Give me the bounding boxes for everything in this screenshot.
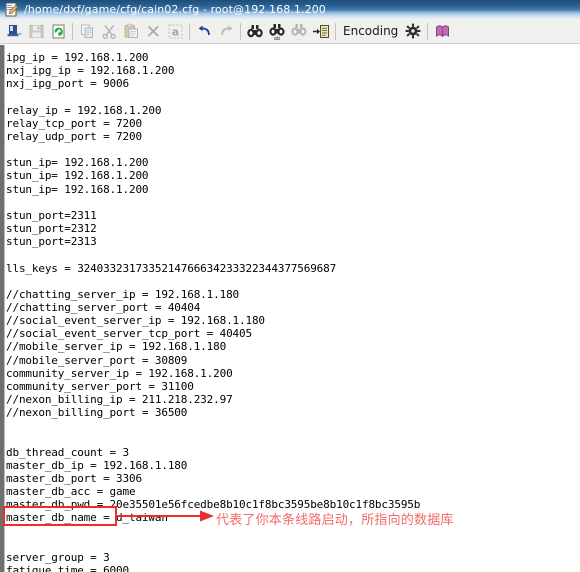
config-file-content[interactable]: ipg_ip = 192.168.1.200 nxj_ipg_ip = 192.… (6, 51, 420, 572)
annotation-text: 代表了你本条线路启动，所指向的数据库 (216, 513, 454, 528)
encoding-label[interactable]: Encoding (339, 24, 402, 38)
goto-line-icon[interactable] (310, 20, 332, 42)
svg-text:...: ... (297, 36, 302, 40)
open-remote-file-button[interactable] (3, 20, 25, 42)
refresh-button[interactable] (47, 20, 69, 42)
text-editor-area[interactable]: ipg_ip = 192.168.1.200 nxj_ipg_ip = 192.… (0, 45, 580, 572)
delete-button[interactable] (142, 20, 164, 42)
svg-text:ab: ab (274, 36, 280, 40)
editor-gutter-divider (4, 45, 5, 572)
copy-button[interactable] (76, 20, 98, 42)
notepad-document-icon (4, 2, 19, 17)
redo-arrow-icon[interactable] (215, 20, 237, 42)
scissors-icon[interactable] (98, 20, 120, 42)
save-button[interactable] (25, 20, 47, 42)
window-title: /home/dxf/game/cfg/cain02.cfg - root@192… (24, 3, 326, 16)
binoculars-previous-icon[interactable]: ... (288, 20, 310, 42)
toolbar-separator (72, 22, 73, 40)
paste-button[interactable] (120, 20, 142, 42)
binoculars-next-icon[interactable]: ab (266, 20, 288, 42)
toolbar-separator (240, 22, 241, 40)
toolbar-separator (189, 22, 190, 40)
binoculars-icon[interactable] (244, 20, 266, 42)
title-bar[interactable]: /home/dxf/game/cfg/cain02.cfg - root@192… (0, 0, 580, 19)
toolbar: a ab ... Encoding (0, 19, 580, 44)
toolbar-separator (427, 22, 429, 40)
gear-icon[interactable] (402, 20, 424, 42)
svg-text:a: a (171, 25, 178, 38)
book-icon[interactable] (431, 20, 453, 42)
undo-arrow-icon[interactable] (193, 20, 215, 42)
toolbar-separator (335, 22, 336, 40)
remote-file-editor-window: /home/dxf/game/cfg/cain02.cfg - root@192… (0, 0, 580, 572)
select-all-a-icon[interactable]: a (164, 20, 186, 42)
